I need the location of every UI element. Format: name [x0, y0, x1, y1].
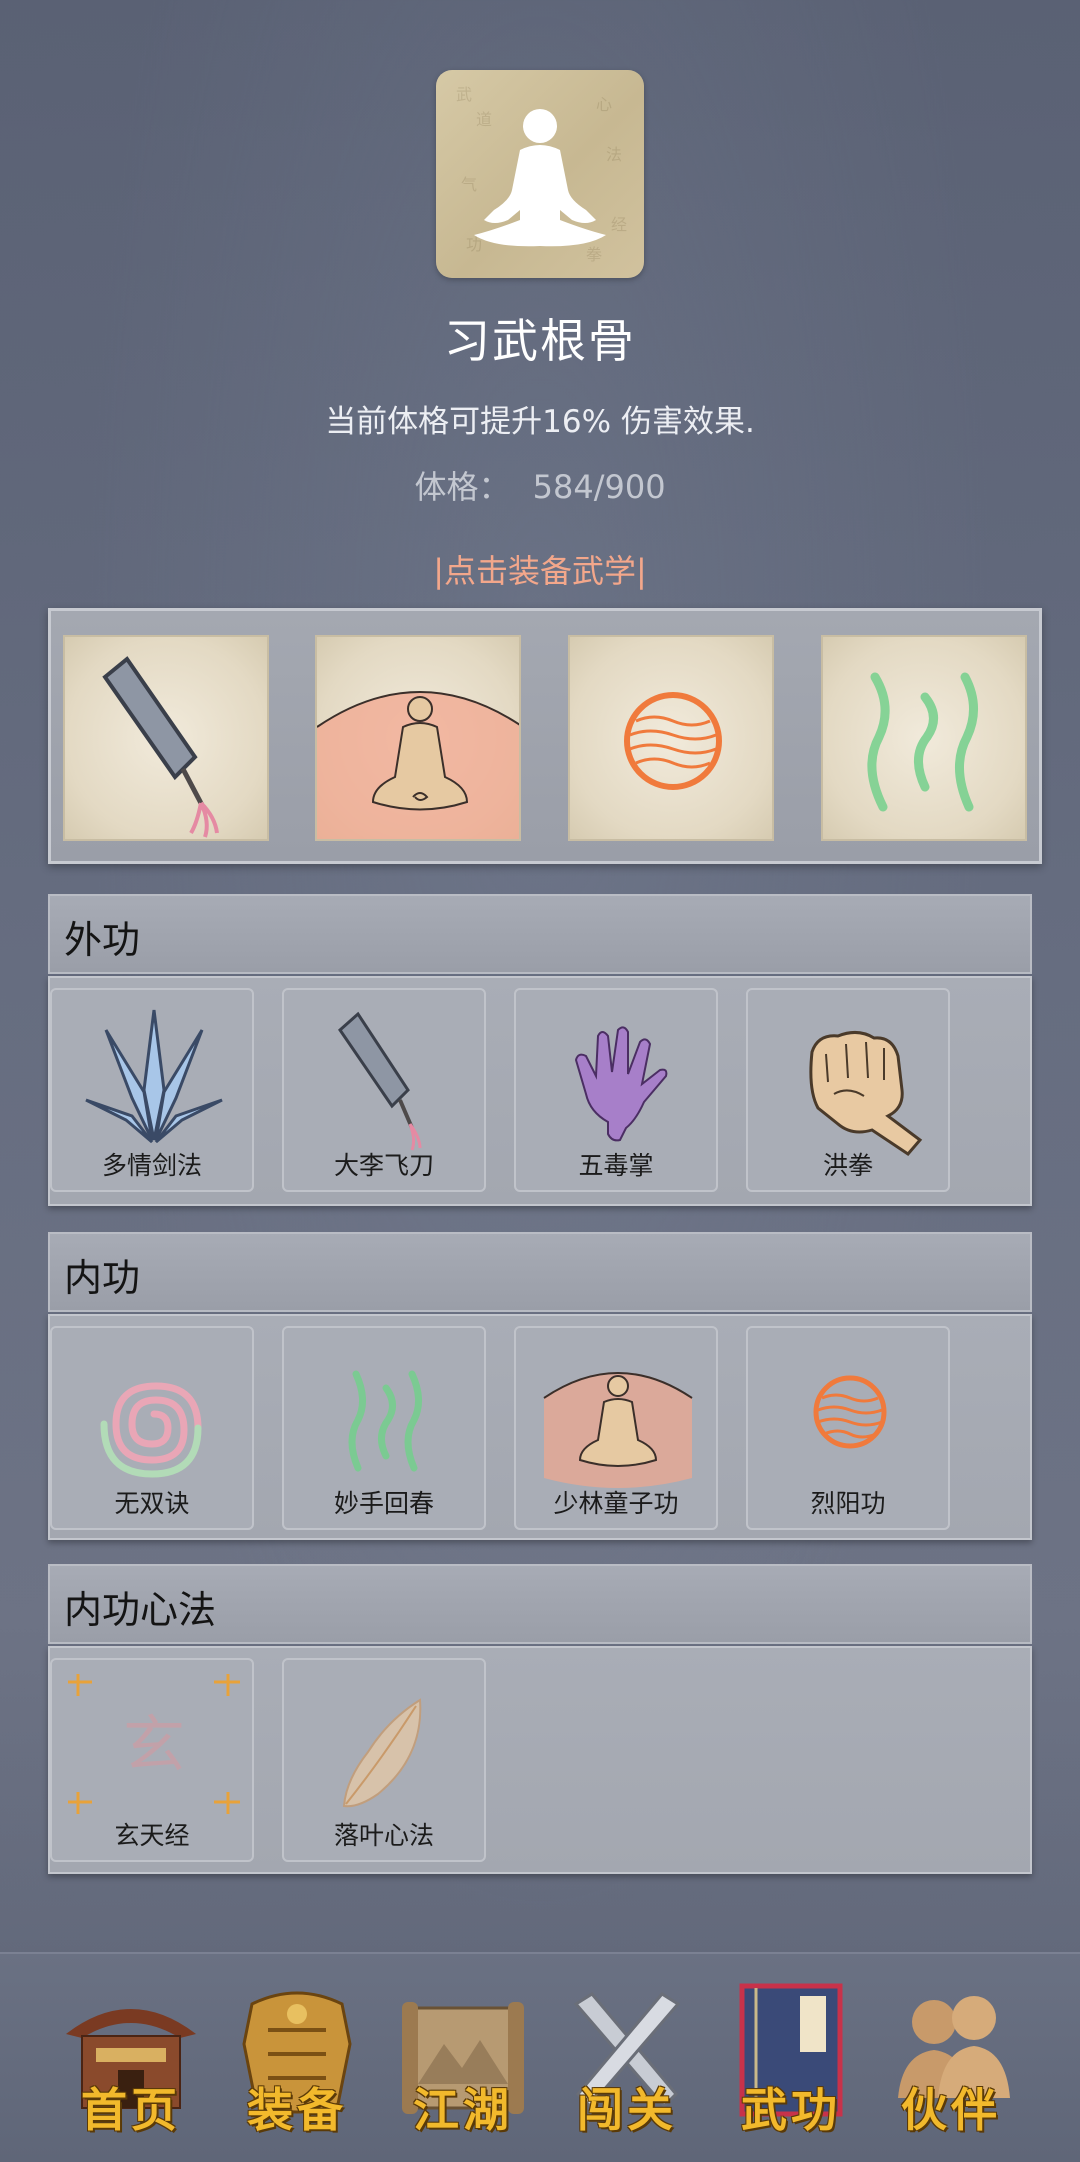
nav-label: 闯关 — [577, 2083, 677, 2137]
constitution-stat: 体格： 584/900 — [0, 462, 1080, 508]
svg-text:拳: 拳 — [586, 245, 602, 264]
skill-label: 玄天经 — [114, 1821, 190, 1850]
fire-orb-icon — [624, 692, 722, 790]
skill-card-wushuang[interactable]: 无双诀 — [50, 1326, 254, 1530]
skill-label: 烈阳功 — [810, 1489, 886, 1518]
skill-label: 多情剑法 — [101, 1151, 202, 1180]
skill-label: 无双诀 — [114, 1489, 190, 1518]
section-body-internal: 无双诀 妙手回春 少林童子功 烈阳功 — [48, 1314, 1032, 1540]
green-qi-icon — [867, 672, 979, 812]
equipped-slot-2[interactable] — [315, 635, 521, 841]
skill-label: 大李飞刀 — [333, 1151, 434, 1180]
svg-text:武: 武 — [456, 85, 472, 104]
skill-label: 落叶心法 — [333, 1821, 434, 1850]
section-title: 内功心法 — [64, 1588, 217, 1632]
section-body-external: 多情剑法 大李飞刀 五毒掌 洪拳 — [48, 976, 1032, 1206]
constitution-description: 当前体格可提升16% 伤害效果. — [325, 404, 755, 440]
skill-card-xuantian[interactable]: 玄 玄天经 — [50, 1658, 254, 1862]
nav-label: 首页 — [81, 2083, 181, 2137]
nav-item-equipment[interactable]: 装备 — [222, 1974, 372, 2144]
nav-label: 武功 — [741, 2083, 841, 2137]
svg-text:气: 气 — [461, 175, 477, 194]
skill-label: 洪拳 — [822, 1151, 873, 1180]
skill-card-lieyang[interactable]: 烈阳功 — [746, 1326, 950, 1530]
skill-card-duoqing-sword[interactable]: 多情剑法 — [50, 988, 254, 1192]
stat-label: 体格： — [414, 468, 511, 506]
section-title: 内功 — [64, 1256, 141, 1300]
skill-label: 妙手回春 — [333, 1489, 434, 1518]
page-title: 习武根骨 — [444, 314, 636, 368]
skill-label: 五毒掌 — [578, 1151, 654, 1180]
section-header-internal: 内功 — [48, 1232, 1032, 1312]
section-header-mental-method: 内功心法 — [48, 1564, 1032, 1644]
skill-card-shaolin-tongzi[interactable]: 少林童子功 — [514, 1326, 718, 1530]
skill-card-luoye[interactable]: 落叶心法 — [282, 1658, 486, 1862]
section-body-mental-method: 玄 玄天经 落叶心法 — [48, 1646, 1032, 1874]
nav-item-home[interactable]: 首页 — [56, 1974, 206, 2144]
bottom-nav: 首页 装备 江湖 闯关 武功 伙伴 — [0, 1952, 1080, 2162]
skill-card-five-poison-palm[interactable]: 五毒掌 — [514, 988, 718, 1192]
nav-label: 江湖 — [413, 2083, 513, 2137]
skill-card-hong-fist[interactable]: 洪拳 — [746, 988, 950, 1192]
svg-text:法: 法 — [606, 145, 622, 164]
skill-card-miaoshou[interactable]: 妙手回春 — [282, 1326, 486, 1530]
meditating-figure-icon: 武道心 法气经 功拳 — [456, 85, 627, 264]
equip-martial-arts-link[interactable]: |点击装备武学| — [0, 546, 1080, 592]
svg-text:心: 心 — [596, 95, 612, 114]
equipped-skills-panel — [48, 608, 1042, 864]
section-title: 外功 — [64, 918, 141, 962]
equipped-slot-3[interactable] — [568, 635, 774, 841]
meditation-aura-icon — [317, 691, 519, 839]
section-header-external: 外功 — [48, 894, 1032, 974]
equipped-slot-4[interactable] — [821, 635, 1027, 841]
nav-item-companions[interactable]: 伙伴 — [876, 1974, 1026, 2144]
nav-item-jianghu[interactable]: 江湖 — [388, 1974, 538, 2144]
stat-value: 584/900 — [532, 468, 666, 506]
nav-item-martial-arts[interactable]: 武功 — [716, 1974, 866, 2144]
flying-knife-icon — [102, 656, 219, 838]
skill-card-flying-knife[interactable]: 大李飞刀 — [282, 988, 486, 1192]
xuan-glyph: 玄 — [123, 1708, 185, 1781]
svg-text:经: 经 — [611, 215, 627, 234]
equipped-slot-1[interactable] — [63, 635, 269, 841]
nav-item-challenge[interactable]: 闯关 — [552, 1974, 702, 2144]
skill-label: 少林童子功 — [553, 1489, 679, 1518]
avatar-box: 武道心 法气经 功拳 — [436, 70, 644, 278]
nav-label: 伙伴 — [901, 2083, 1001, 2137]
svg-text:道: 道 — [476, 110, 492, 129]
nav-label: 装备 — [247, 2083, 347, 2137]
